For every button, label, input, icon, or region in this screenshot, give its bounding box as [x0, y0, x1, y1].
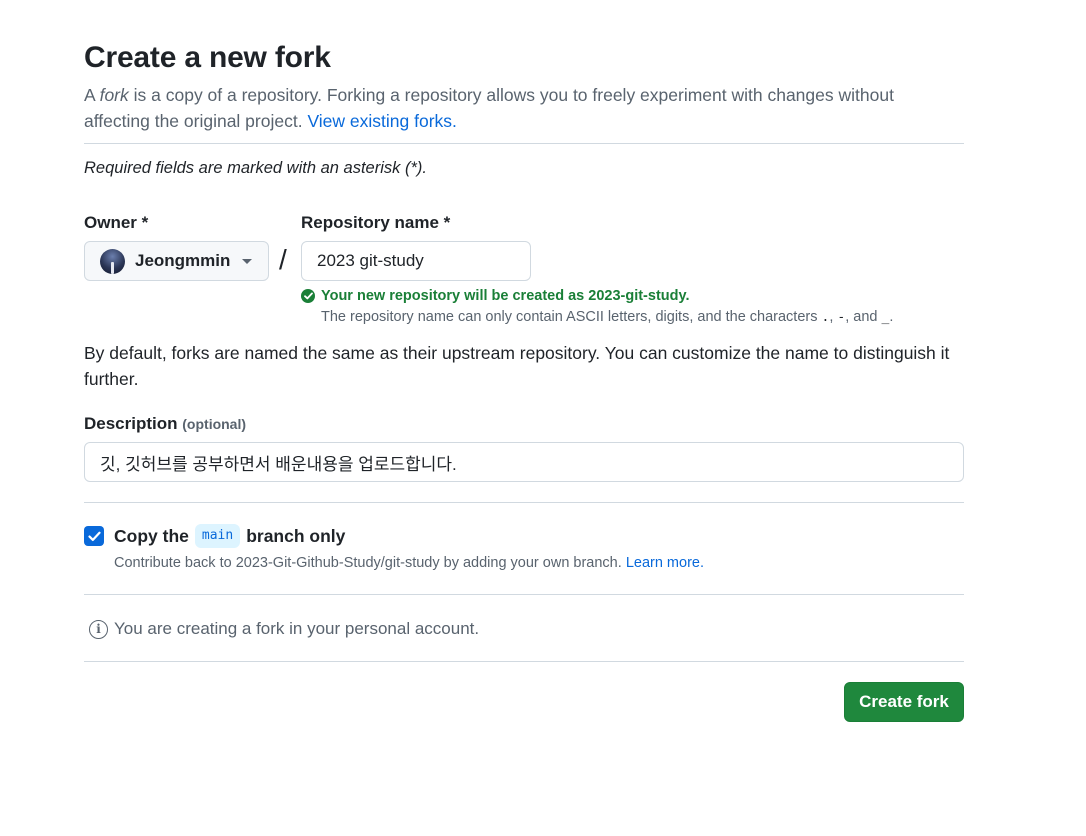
owner-name: Jeongmmin: [135, 251, 231, 270]
repository-name-validation: Your new repository will be created as 2…: [301, 286, 690, 306]
success-message: Your new repository will be created as 2…: [321, 288, 690, 304]
lead-prefix: A: [84, 85, 100, 105]
optional-tag: (optional): [182, 416, 247, 432]
owner-label: Owner *: [84, 213, 149, 232]
divider: [84, 594, 964, 595]
info-text: You are creating a fork in your personal…: [114, 619, 480, 638]
hint-sep: , and: [845, 309, 882, 325]
create-fork-button[interactable]: Create fork: [844, 682, 964, 722]
branch-name-tag: main: [194, 524, 241, 548]
repository-name-input[interactable]: [301, 241, 531, 281]
contribute-note: Contribute back to 2023-Git-Github-Study…: [114, 553, 704, 573]
required-fields-note: Required fields are marked with an aster…: [84, 159, 427, 177]
description-label-text: Description: [84, 414, 178, 433]
repository-name-hint: The repository name can only contain ASC…: [321, 307, 893, 328]
owner-dropdown[interactable]: Jeongmmin: [84, 241, 269, 281]
contribute-text: Contribute back to 2023-Git-Github-Study…: [114, 555, 626, 571]
copy-prefix: Copy the: [114, 526, 189, 546]
default-naming-note: By default, forks are named the same as …: [84, 343, 950, 389]
copy-suffix: branch only: [246, 526, 346, 546]
view-existing-forks-link[interactable]: View existing forks.: [307, 111, 456, 131]
description-label: Description (optional): [84, 412, 246, 436]
copy-main-branch-checkbox[interactable]: [84, 526, 104, 546]
personal-account-info: i You are creating a fork in your person…: [89, 617, 479, 641]
lead-fork-word: fork: [99, 85, 129, 105]
checkbox-checked-icon: [87, 531, 101, 541]
repository-name-label: Repository name *: [301, 213, 451, 232]
info-icon: i: [89, 619, 108, 639]
description-input[interactable]: [84, 442, 964, 482]
avatar: [100, 248, 125, 274]
copy-branch-label[interactable]: Copy the main branch only: [114, 523, 345, 549]
page-description: A fork is a copy of a repository. Forkin…: [84, 82, 954, 134]
triangle-down-icon: [242, 259, 252, 264]
divider: [84, 661, 964, 662]
divider: [84, 502, 964, 503]
divider: [84, 143, 964, 144]
hint-prefix: The repository name can only contain ASC…: [321, 309, 822, 325]
page-title: Create a new fork: [84, 41, 331, 74]
check-circle-fill-icon: [301, 289, 315, 303]
hint-suffix: .: [889, 309, 894, 325]
lead-rest: is a copy of a repository. Forking a rep…: [84, 85, 894, 131]
owner-repo-separator: /: [279, 244, 287, 275]
learn-more-link[interactable]: Learn more.: [626, 555, 704, 571]
